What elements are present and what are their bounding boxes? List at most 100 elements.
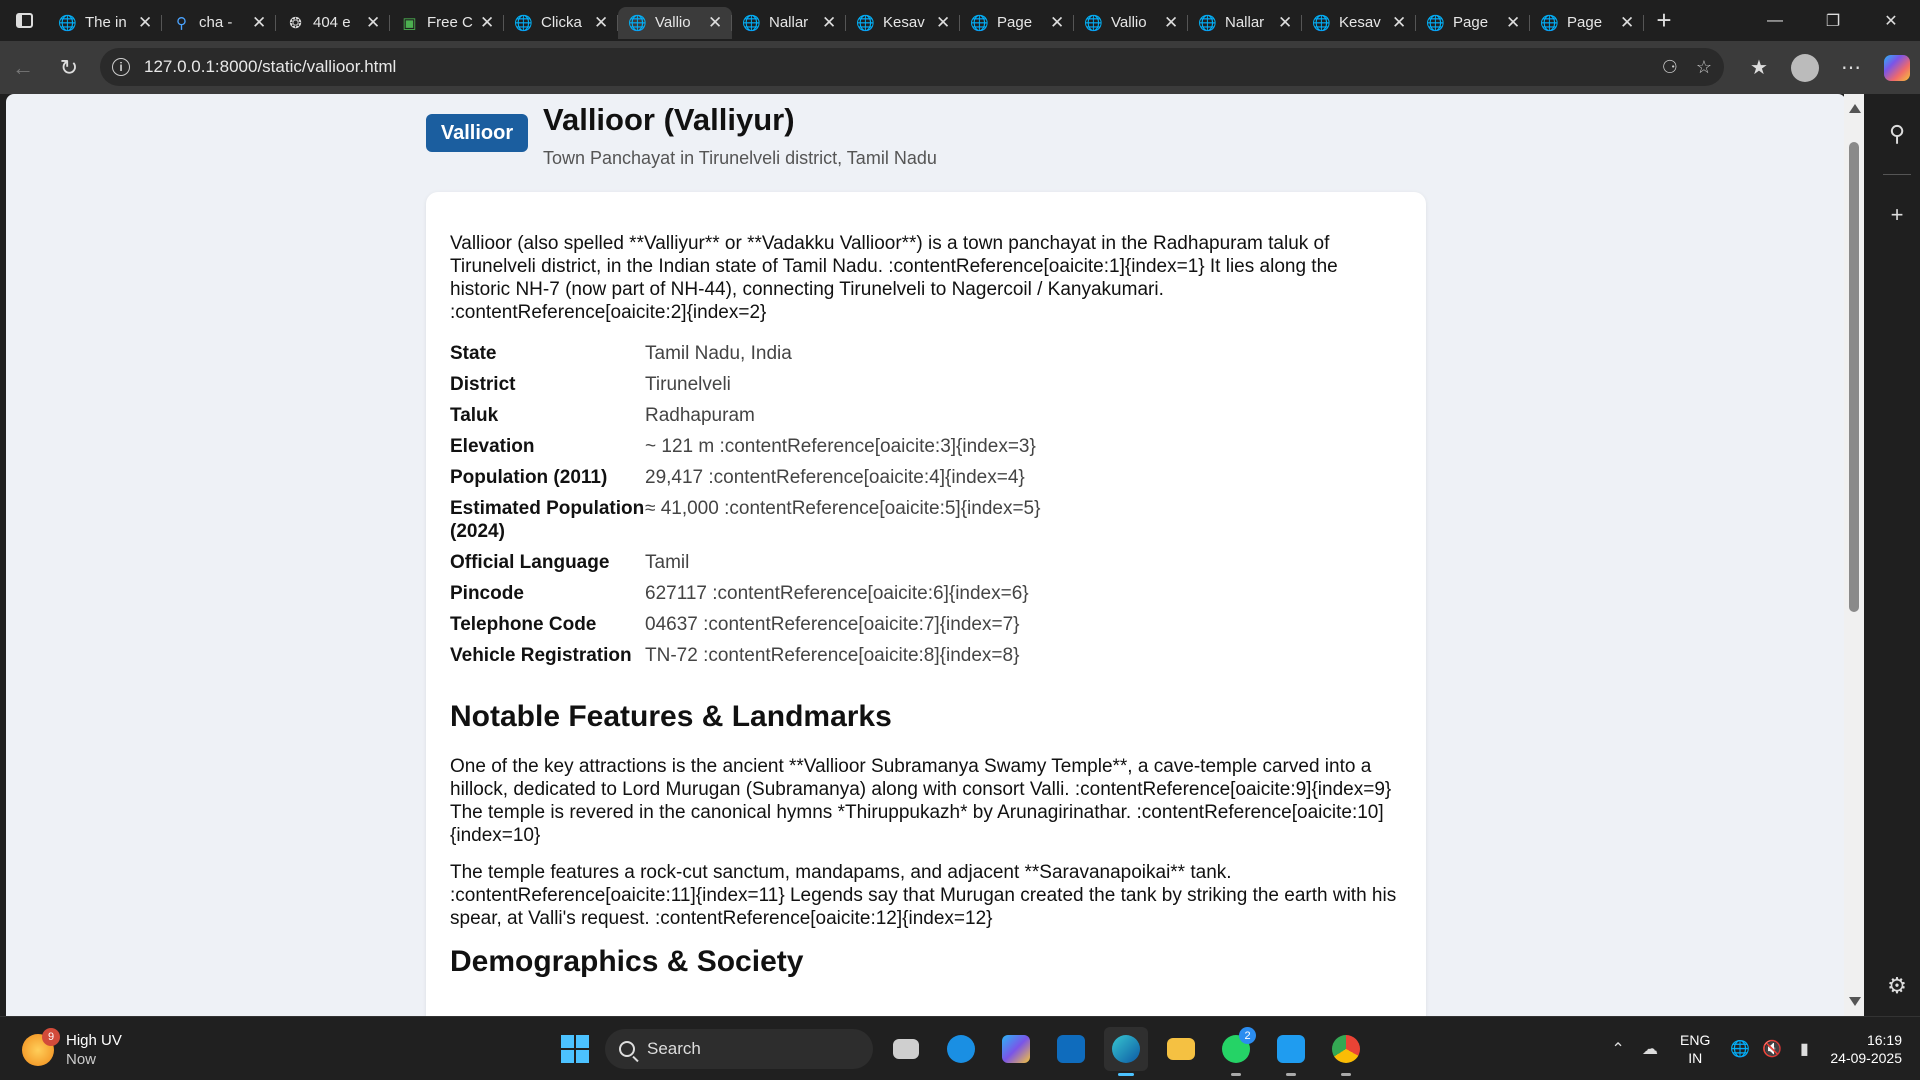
tab-close-icon[interactable]: ✕ — [366, 13, 380, 33]
intro-paragraph: Vallioor (also spelled **Valliyur** or *… — [450, 233, 1338, 323]
tab-title: Vallio — [655, 14, 691, 31]
copilot-app-button[interactable] — [994, 1027, 1038, 1071]
taskbar-search[interactable]: Search — [605, 1029, 873, 1069]
close-window-button[interactable]: ✕ — [1862, 0, 1920, 41]
hp-app-button[interactable] — [939, 1027, 983, 1071]
page-title: Vallioor (Valliyur) — [543, 102, 795, 137]
fact-value: 29,417 :contentReference[oaicite:4]{inde… — [645, 467, 1025, 488]
reading-view-icon[interactable]: ⚆ — [1662, 57, 1678, 78]
minimize-button[interactable]: — — [1746, 0, 1804, 41]
fact-value: ~ 121 m :contentReference[oaicite:3]{ind… — [645, 436, 1036, 457]
tab-close-icon[interactable]: ✕ — [708, 13, 722, 33]
refresh-button[interactable]: ↻ — [46, 48, 92, 88]
favorites-icon[interactable]: ★ — [1736, 41, 1782, 94]
scroll-up-arrow-icon[interactable] — [1849, 104, 1861, 113]
globe-icon: 🌐 — [970, 14, 989, 32]
favorite-star-icon[interactable]: ☆ — [1696, 57, 1712, 78]
address-bar-row: ← ↻ i 127.0.0.1:8000/static/vallioor.htm… — [0, 41, 1920, 94]
browser-tab[interactable]: 🌐 Clicka ✕ — [504, 7, 618, 39]
tab-close-icon[interactable]: ✕ — [822, 13, 836, 33]
browser-tab[interactable]: 🌐 Kesav ✕ — [1302, 7, 1416, 39]
search-icon — [619, 1041, 635, 1057]
tab-close-icon[interactable]: ✕ — [594, 13, 608, 33]
fact-value: 04637 :contentReference[oaicite:7]{index… — [645, 614, 1020, 635]
tab-close-icon[interactable]: ✕ — [252, 13, 266, 33]
sidebar-search-icon[interactable]: ⚲ — [1874, 94, 1920, 174]
section-paragraph: The temple features a rock-cut sanctum, … — [450, 862, 1397, 929]
address-bar[interactable]: i 127.0.0.1:8000/static/vallioor.html ⚆ … — [100, 48, 1724, 86]
browser-tab[interactable]: 🌐 The in ✕ — [48, 7, 162, 39]
tab-close-icon[interactable]: ✕ — [1278, 13, 1292, 33]
back-button[interactable]: ← — [0, 48, 46, 88]
fact-label: Pincode — [450, 583, 524, 604]
search-label: Search — [647, 1039, 701, 1058]
copilot-app-icon — [1002, 1035, 1030, 1063]
network-icon[interactable]: 🌐 — [1724, 1039, 1756, 1059]
vscode-app-button[interactable] — [1269, 1027, 1313, 1076]
url-text[interactable]: 127.0.0.1:8000/static/vallioor.html — [144, 57, 396, 77]
edge-sidebar: ⚲ + ⚙ — [1874, 94, 1920, 1016]
fact-row: Estimated Population (2024) ≈ 41,000 :con… — [450, 493, 1040, 547]
page-scrollbar[interactable] — [1844, 94, 1864, 1016]
tab-title: Page — [1453, 14, 1489, 31]
browser-tab[interactable]: ⚲ cha - ✕ — [162, 7, 276, 39]
browser-tab[interactable]: 🌐 Page ✕ — [960, 7, 1074, 39]
tab-close-icon[interactable]: ✕ — [1050, 13, 1064, 33]
tab-actions-menu[interactable] — [0, 0, 48, 41]
image-icon: ▣ — [402, 14, 417, 32]
tab-close-icon[interactable]: ✕ — [138, 13, 152, 33]
fact-label: State — [450, 343, 497, 364]
profile-avatar[interactable] — [1791, 53, 1819, 82]
tab-title: Kesav — [883, 14, 925, 31]
tab-title: Page — [997, 14, 1033, 31]
chrome-icon — [1332, 1035, 1360, 1063]
restore-button[interactable]: ❐ — [1804, 0, 1862, 41]
whatsapp-app-button[interactable]: 2 — [1214, 1027, 1258, 1076]
tab-close-icon[interactable]: ✕ — [1164, 13, 1178, 33]
chrome-app-button[interactable] — [1324, 1027, 1368, 1076]
copilot-icon[interactable] — [1884, 54, 1910, 81]
fact-row: State Tamil Nadu, India — [450, 338, 1040, 369]
browser-tab[interactable]: 🌐 Page ✕ — [1530, 7, 1644, 39]
browser-tab[interactable]: 🌐 Nallar ✕ — [732, 7, 846, 39]
new-tab-button[interactable]: + — [1644, 0, 1684, 41]
browser-tab[interactable]: ❂ 404 e ✕ — [276, 7, 390, 39]
file-explorer-button[interactable] — [1159, 1027, 1203, 1071]
browser-tab[interactable]: 🌐 Vallio ✕ — [618, 6, 732, 39]
language-indicator[interactable]: ENG IN — [1680, 1031, 1710, 1067]
task-view-button[interactable] — [884, 1027, 928, 1071]
more-options-icon[interactable]: ⋯ — [1828, 41, 1874, 94]
browser-tab[interactable]: ▣ Free C ✕ — [390, 7, 504, 39]
volume-muted-icon[interactable]: 🔇 — [1756, 1039, 1788, 1059]
browser-tab[interactable]: 🌐 Kesav ✕ — [846, 7, 960, 39]
tab-close-icon[interactable]: ✕ — [480, 13, 494, 33]
scroll-down-arrow-icon[interactable] — [1849, 997, 1861, 1006]
scrollbar-thumb[interactable] — [1849, 142, 1859, 612]
fact-label: Vehicle Registration — [450, 645, 632, 666]
tab-close-icon[interactable]: ✕ — [1506, 13, 1520, 33]
tab-title: Free C — [427, 14, 473, 31]
browser-tab[interactable]: 🌐 Page ✕ — [1416, 7, 1530, 39]
edge-app-button[interactable] — [1104, 1027, 1148, 1076]
browser-tab[interactable]: 🌐 Vallio ✕ — [1074, 7, 1188, 39]
start-button[interactable] — [553, 1027, 597, 1071]
tab-close-icon[interactable]: ✕ — [1620, 13, 1634, 33]
battery-icon[interactable]: ▮ — [1788, 1039, 1820, 1059]
outlook-app-button[interactable] — [1049, 1027, 1093, 1071]
fact-value: TN-72 :contentReference[oaicite:8]{index… — [645, 645, 1020, 666]
page-subtitle: Town Panchayat in Tirunelveli district, … — [543, 148, 937, 168]
onedrive-cloud-icon[interactable]: ☁ — [1634, 1039, 1666, 1059]
browser-tab[interactable]: 🌐 Nallar ✕ — [1188, 7, 1302, 39]
fact-row: Official Language Tamil — [450, 547, 1040, 578]
weather-badge: 9 — [42, 1028, 60, 1046]
sidebar-settings-icon[interactable]: ⚙ — [1874, 956, 1920, 1016]
weather-widget[interactable]: 9 High UV Now — [22, 1028, 122, 1069]
fact-label: Elevation — [450, 436, 535, 457]
site-info-icon[interactable]: i — [112, 58, 130, 76]
globe-icon: 🌐 — [514, 14, 533, 32]
tab-close-icon[interactable]: ✕ — [1392, 13, 1406, 33]
show-hidden-icons-chevron-icon[interactable]: ⌃ — [1602, 1039, 1634, 1059]
clock[interactable]: 16:19 24-09-2025 — [1830, 1031, 1902, 1067]
tab-close-icon[interactable]: ✕ — [936, 13, 950, 33]
sidebar-add-icon[interactable]: + — [1874, 175, 1920, 255]
